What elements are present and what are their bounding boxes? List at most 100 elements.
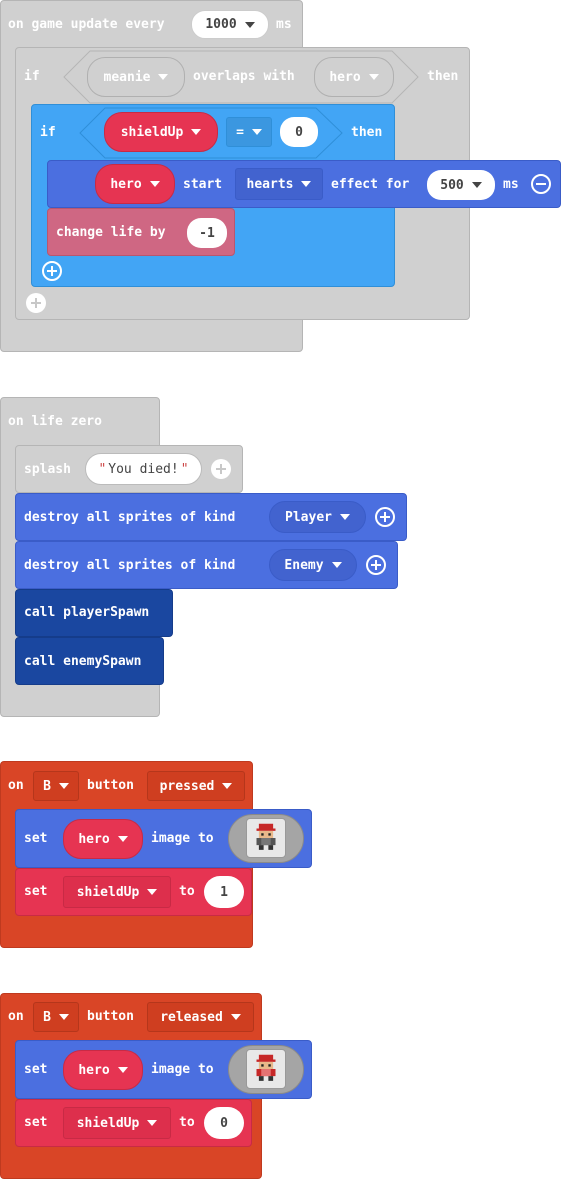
meanie-dropdown[interactable]: meanie (87, 57, 185, 97)
minus-icon[interactable] (531, 174, 551, 194)
chevron-down-icon (147, 1120, 158, 1126)
add-icon[interactable] (375, 507, 395, 527)
call-enemy-spawn-label: call enemySpawn (24, 654, 142, 669)
chevron-down-icon (158, 74, 169, 80)
enemy-kind-dropdown[interactable]: Enemy (269, 549, 357, 581)
meanie-value: meanie (103, 69, 151, 85)
value-zero: 0 (220, 1115, 228, 1131)
shieldup-value: shieldUp (76, 1115, 140, 1131)
chevron-down-icon (117, 1067, 128, 1073)
then-label: then (427, 69, 459, 84)
on-label: on (8, 1009, 24, 1024)
shieldup-dropdown[interactable]: shieldUp (63, 1107, 171, 1139)
zero-value: 0 (295, 124, 303, 140)
hero-sprite-icon (256, 823, 276, 850)
life-value: -1 (199, 225, 215, 241)
splash-text-value: You died! (108, 461, 179, 477)
event-released-dropdown[interactable]: released (147, 1002, 254, 1032)
hero-dropdown[interactable]: hero (314, 57, 394, 97)
player-kind-dropdown[interactable]: Player (269, 501, 366, 533)
set-label: set (24, 1115, 48, 1130)
shieldup-dropdown[interactable]: shieldUp (63, 876, 171, 908)
chevron-down-icon (251, 129, 262, 135)
chevron-down-icon (339, 514, 350, 520)
equals-value: = (236, 124, 244, 140)
splash-text-input[interactable]: " You died! " (85, 453, 202, 485)
chevron-down-icon (58, 1014, 69, 1020)
value-input[interactable]: 0 (204, 1107, 244, 1139)
image-to-label: image to (151, 831, 214, 846)
set-label: set (24, 831, 48, 846)
chevron-down-icon (331, 562, 342, 568)
button-label: button (87, 778, 134, 793)
equals-dropdown[interactable]: = (226, 117, 272, 147)
hero-dropdown[interactable]: hero (95, 164, 175, 204)
then-label: then (351, 125, 383, 140)
image-to-label: image to (151, 1062, 214, 1077)
player-kind-value: Player (285, 509, 332, 525)
ms-label: ms (503, 177, 519, 192)
change-life-label: change life by (56, 225, 166, 240)
button-b-value: B (43, 778, 51, 794)
hero-value: hero (110, 176, 142, 192)
to-label: to (179, 1115, 195, 1130)
hero-dropdown[interactable]: hero (63, 1050, 143, 1090)
chevron-down-icon (147, 889, 158, 895)
shieldup-dropdown[interactable]: shieldUp (104, 112, 218, 152)
effect-for-label: effect for (331, 177, 410, 192)
add-icon[interactable] (26, 293, 46, 313)
life-value-input[interactable]: -1 (187, 218, 227, 248)
chevron-down-icon (368, 74, 379, 80)
event-released-value: released (160, 1009, 223, 1025)
hero-sprite-icon (256, 1054, 276, 1081)
if-label: if (40, 125, 56, 140)
shieldup-value: shieldUp (76, 884, 140, 900)
button-b-value: B (43, 1009, 51, 1025)
ms-label: ms (276, 17, 292, 32)
on-label: on (8, 778, 24, 793)
add-icon[interactable] (42, 261, 62, 281)
event-pressed-value: pressed (159, 778, 215, 794)
chevron-down-icon (191, 129, 202, 135)
chevron-down-icon (222, 783, 233, 789)
duration-value: 500 (440, 177, 464, 193)
button-label: button (87, 1009, 134, 1024)
hearts-dropdown[interactable]: hearts (235, 168, 323, 200)
interval-dropdown[interactable]: 1000 (191, 10, 269, 39)
duration-dropdown[interactable]: 500 (427, 170, 495, 200)
chevron-down-icon (230, 1014, 241, 1020)
hero-dropdown[interactable]: hero (63, 819, 143, 859)
start-label: start (183, 177, 223, 192)
chevron-down-icon (149, 181, 160, 187)
on-game-update-label: on game update every (8, 17, 165, 32)
value-input[interactable]: 1 (204, 876, 244, 908)
hero-value: hero (329, 69, 361, 85)
sprite-image-thumbnail[interactable] (246, 818, 286, 858)
splash-label: splash (24, 462, 71, 477)
value-one: 1 (220, 884, 228, 900)
add-icon[interactable] (211, 459, 231, 479)
hero-value: hero (78, 1062, 110, 1078)
on-life-zero-label: on life zero (8, 414, 102, 429)
destroy-label: destroy all sprites of kind (24, 510, 236, 525)
to-label: to (179, 884, 195, 899)
chevron-down-icon (471, 182, 482, 188)
button-b-dropdown[interactable]: B (33, 1002, 79, 1032)
destroy-label: destroy all sprites of kind (24, 558, 236, 573)
button-b-dropdown[interactable]: B (33, 771, 79, 801)
overlaps-with-label: overlaps with (193, 69, 295, 84)
interval-value: 1000 (205, 17, 237, 32)
call-player-spawn-label: call playerSpawn (24, 605, 150, 620)
sprite-image-thumbnail[interactable] (246, 1049, 286, 1089)
set-label: set (24, 1062, 48, 1077)
add-icon[interactable] (366, 555, 386, 575)
event-pressed-dropdown[interactable]: pressed (147, 771, 245, 801)
hero-value: hero (78, 831, 110, 847)
shieldup-value: shieldUp (120, 124, 184, 140)
if-label: if (24, 69, 40, 84)
chevron-down-icon (301, 181, 312, 187)
chevron-down-icon (244, 21, 255, 28)
hearts-value: hearts (246, 176, 294, 192)
zero-input[interactable]: 0 (280, 117, 318, 147)
enemy-kind-value: Enemy (284, 557, 324, 573)
